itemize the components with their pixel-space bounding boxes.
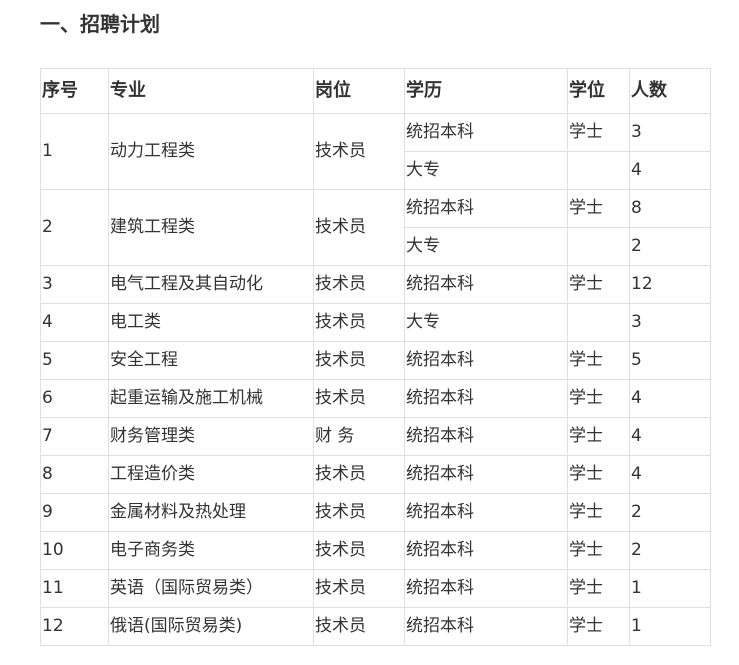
row-count: 2 — [629, 531, 711, 570]
row-degree — [567, 303, 630, 342]
row-degree: 学士 — [567, 493, 630, 532]
row-count: 4 — [629, 151, 711, 190]
row-degree: 学士 — [567, 607, 630, 646]
row-degree: 学士 — [567, 569, 630, 608]
row-education: 统招本科 — [404, 341, 568, 380]
row-index: 3 — [40, 265, 109, 304]
table-row: 9 金属材料及热处理 技术员 统招本科 学士 2 — [40, 493, 711, 532]
row-degree: 学士 — [567, 265, 630, 304]
row-index: 7 — [40, 417, 109, 456]
row-post: 技术员 — [313, 113, 405, 190]
row-education: 统招本科 — [404, 417, 568, 456]
row-count: 5 — [629, 341, 711, 380]
row-index: 8 — [40, 455, 109, 494]
table-row: 3 电气工程及其自动化 技术员 统招本科 学士 12 — [40, 265, 711, 304]
row-post: 技术员 — [313, 607, 405, 646]
row-count: 12 — [629, 265, 711, 304]
row-index: 4 — [40, 303, 109, 342]
row-major: 安全工程 — [108, 341, 314, 380]
row-post: 技术员 — [313, 569, 405, 608]
table-row: 7 财务管理类财 务统招本科 学士 4 — [40, 417, 711, 456]
row-post: 技术员 — [313, 303, 405, 342]
row-degree: 学士 — [567, 455, 630, 494]
row-education: 统招本科 — [404, 493, 568, 532]
row-post: 技术员 — [313, 341, 405, 380]
row-major: 动力工程类 — [108, 113, 314, 190]
row-post: 技术员 — [313, 379, 405, 418]
row-index: 11 — [40, 569, 109, 608]
row-education: 大专 — [404, 151, 568, 190]
table-row: 11 英语（国际贸易类） 技术员 统招本科 学士 1 — [40, 569, 711, 608]
row-major: 电气工程及其自动化 — [108, 265, 314, 304]
row-education: 大专 — [404, 227, 568, 266]
row-index: 2 — [40, 189, 109, 266]
row-education: 统招本科 — [404, 265, 568, 304]
table-row: 5 安全工程 技术员 统招本科 学士 5 — [40, 341, 711, 380]
row-major: 起重运输及施工机械 — [108, 379, 314, 418]
row-index: 9 — [40, 493, 109, 532]
row-index: 1 — [40, 113, 109, 190]
table-row: 1 动力工程类 技术员 统招本科 学士 3 — [40, 113, 711, 190]
row-degree: 学士 — [567, 417, 630, 456]
row-major: 财务管理类 — [108, 417, 314, 456]
row-major: 俄语(国际贸易类) — [108, 607, 314, 646]
row-education: 统招本科 — [404, 189, 568, 228]
table-row: 2 建筑工程类 技术员 统招本科 学士 8 — [40, 189, 711, 266]
row-count: 4 — [629, 455, 711, 494]
table-row: 10 电子商务类 技术员 统招本科 学士 2 — [40, 531, 711, 570]
row-count: 2 — [629, 227, 711, 266]
row-degree: 学士 — [567, 189, 630, 228]
row-count: 3 — [629, 113, 711, 152]
row-post: 技术员 — [313, 531, 405, 570]
row-education: 大专 — [404, 303, 568, 342]
row-degree: 学士 — [567, 379, 630, 418]
row-education: 统招本科 — [404, 379, 568, 418]
header-major: 专业 — [108, 68, 314, 114]
table-row: 12 俄语(国际贸易类) 技术员 统招本科 学士 1 — [40, 607, 711, 646]
row-major: 电子商务类 — [108, 531, 314, 570]
row-count: 2 — [629, 493, 711, 532]
row-major: 英语（国际贸易类） — [108, 569, 314, 608]
row-post: 技术员 — [313, 189, 405, 266]
row-education: 统招本科 — [404, 455, 568, 494]
row-post: 技术员 — [313, 265, 405, 304]
row-post: 财 务 — [313, 417, 405, 456]
row-count: 4 — [629, 379, 711, 418]
header-education: 学历 — [404, 68, 568, 114]
row-degree: 学士 — [567, 341, 630, 380]
row-count: 4 — [629, 417, 711, 456]
row-post: 技术员 — [313, 455, 405, 494]
row-index: 10 — [40, 531, 109, 570]
header-count: 人数 — [629, 68, 711, 114]
row-degree — [567, 151, 630, 190]
row-major: 建筑工程类 — [108, 189, 314, 266]
row-degree: 学士 — [567, 113, 630, 152]
row-education: 统招本科 — [404, 531, 568, 570]
table-row: 6 起重运输及施工机械 技术员 统招本科 学士 4 — [40, 379, 711, 418]
row-major: 工程造价类 — [108, 455, 314, 494]
row-major: 金属材料及热处理 — [108, 493, 314, 532]
row-count: 1 — [629, 607, 711, 646]
row-index: 12 — [40, 607, 109, 646]
recruitment-plan-table: 序号 专业 岗位 学历 学位 人数 1 动力工程类 技术员 统招本科 学士 3 大专 4 2 建筑… — [40, 68, 711, 646]
table-row: 4 电工类 技术员 大专 3 — [40, 303, 711, 342]
header-degree: 学位 — [567, 68, 630, 114]
row-index: 6 — [40, 379, 109, 418]
header-index: 序号 — [40, 68, 109, 114]
table-header-row: 序号 专业 岗位 学历 学位 人数 — [40, 68, 711, 114]
row-education: 统招本科 — [404, 607, 568, 646]
table-row: 8 工程造价类 技术员 统招本科 学士 4 — [40, 455, 711, 494]
row-index: 5 — [40, 341, 109, 380]
row-post: 技术员 — [313, 493, 405, 532]
row-degree — [567, 227, 630, 266]
header-post: 岗位 — [313, 68, 405, 114]
row-education: 统招本科 — [404, 569, 568, 608]
row-education: 统招本科 — [404, 113, 568, 152]
section-title: 一、招聘计划 — [40, 12, 160, 36]
row-count: 1 — [629, 569, 711, 608]
row-major: 电工类 — [108, 303, 314, 342]
row-count: 8 — [629, 189, 711, 228]
row-count: 3 — [629, 303, 711, 342]
row-degree: 学士 — [567, 531, 630, 570]
